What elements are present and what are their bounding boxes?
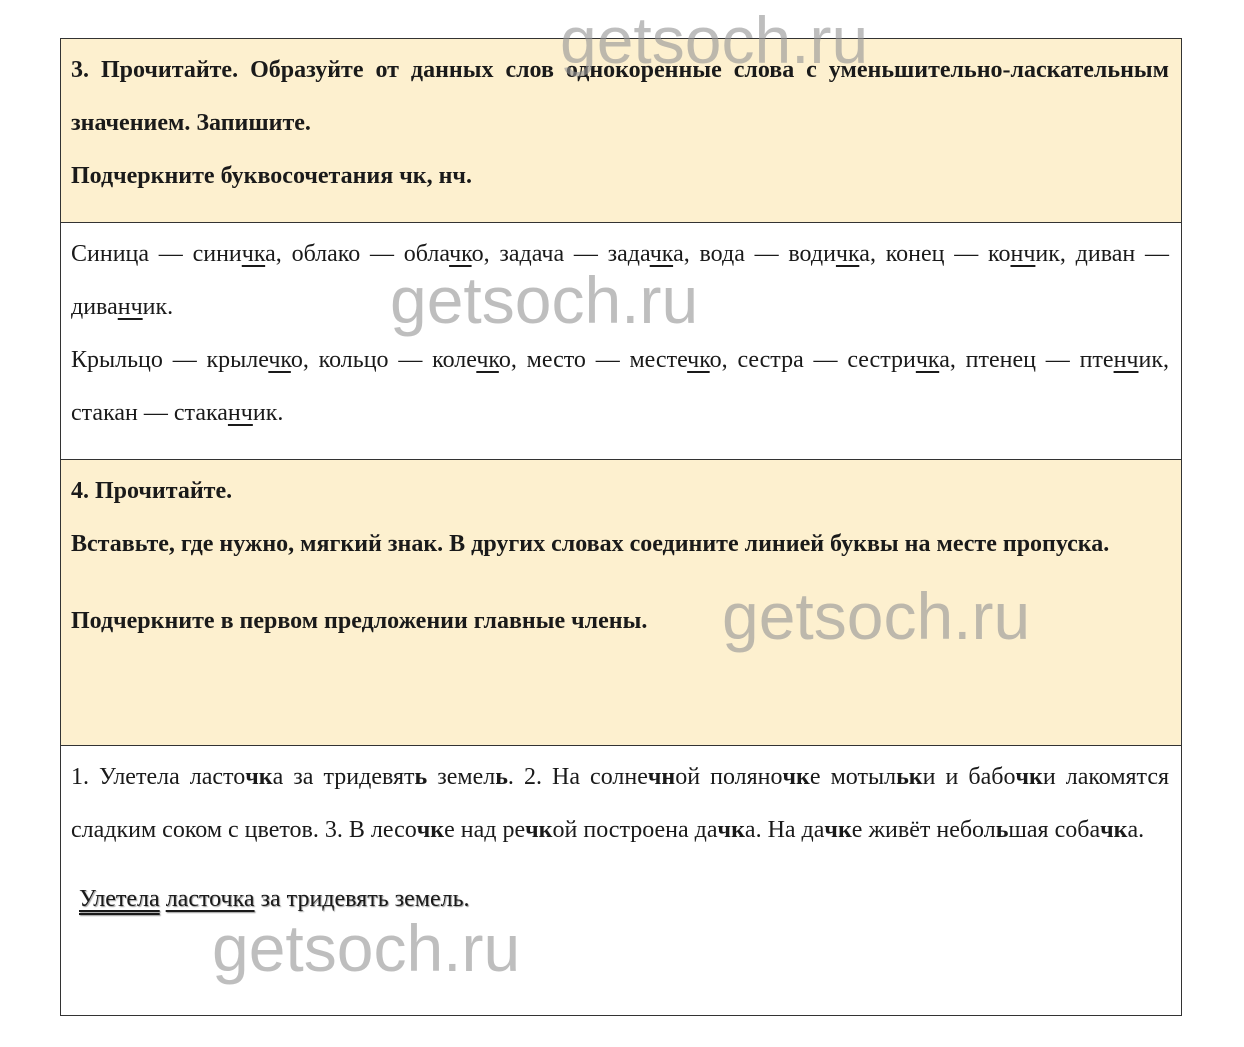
task-4-heading: 4. Прочитайте. <box>71 478 233 504</box>
subject-word: ласточка <box>165 886 255 912</box>
answer-4-cell: 1. Улетела ласточка за тридевять земель.… <box>61 745 1181 1015</box>
underlined-letters: чк <box>915 347 940 373</box>
bold-letters: ь <box>495 764 508 790</box>
text-run: а, облако — обла <box>265 241 450 267</box>
task-4-subtask: Подчеркните в первом предложении главные… <box>71 608 648 634</box>
text-run: о, место — месте <box>498 347 688 373</box>
bold-letters: ь <box>414 764 428 790</box>
predicate-word: Улетела <box>79 886 160 912</box>
underlined-letters: чк <box>649 241 674 267</box>
underlined-letters: чк <box>687 347 710 373</box>
text-run: о, сестра — сестри <box>709 347 916 373</box>
text-run: шая соба <box>1008 817 1101 843</box>
task-4-cell: 4. Прочитайте. Вставьте, где нужно, мягк… <box>61 459 1181 745</box>
bold-letters: ьк <box>896 764 923 790</box>
underlined-letters: чк <box>449 241 472 267</box>
text-run: о, кольцо — коле <box>290 347 477 373</box>
text-run: ой поляно <box>675 764 783 790</box>
text-run: а. <box>1127 817 1145 843</box>
text-run: о, задача — зада <box>471 241 650 267</box>
text-run: а. На да <box>744 817 825 843</box>
text-run: е живёт небол <box>851 817 996 843</box>
text-run: е над ре <box>444 817 526 843</box>
text-run: земел <box>427 764 496 790</box>
answer-3-paragraph-1: Синица — синичка, облако — облачко, зада… <box>71 228 1169 334</box>
underlined-letters: чк <box>268 347 291 373</box>
text-run: а, конец — ко <box>859 241 1011 267</box>
answer-4-paragraph: 1. Улетела ласточка за тридевять земель.… <box>71 751 1169 857</box>
bold-letters: чк <box>416 817 445 843</box>
underlined-letters: нч <box>1010 241 1036 267</box>
task-3-cell: 3. Прочитайте. Образуйте от данных слов … <box>61 39 1181 222</box>
text-run: а, вода — води <box>673 241 836 267</box>
text-run: 1. Улетела ласто <box>71 764 246 790</box>
text-run: Крыльцо — крыле <box>71 347 269 373</box>
underlined-letters: чк <box>241 241 266 267</box>
text-run: ик. <box>252 400 284 426</box>
bold-letters: чк <box>245 764 273 790</box>
sentence-parse: Улетела ласточка за тридевять земель. <box>79 879 1169 919</box>
bold-letters: ь <box>995 817 1009 843</box>
parse-rest: за тридевять земель. <box>254 886 470 912</box>
bold-letters: чк <box>1015 764 1043 790</box>
bold-letters: чн <box>647 764 676 790</box>
underlined-letters: нч <box>117 294 143 320</box>
underlined-letters: чк <box>835 241 860 267</box>
answer-3-paragraph-2: Крыльцо — крылечко, кольцо — колечко, ме… <box>71 334 1169 440</box>
bold-letters: чк <box>717 817 745 843</box>
text-run: е мотыл <box>809 764 897 790</box>
underlined-letters: нч <box>227 400 253 426</box>
text-run: ик. <box>142 294 174 320</box>
text-run: а за тридевят <box>272 764 415 790</box>
underlined-letters: чк <box>476 347 499 373</box>
text-run: . 2. На солне <box>507 764 648 790</box>
bold-letters: чк <box>782 764 810 790</box>
task-3-instruction: Подчеркните буквосочетания чк, нч. <box>71 163 472 189</box>
bold-letters: чк <box>824 817 852 843</box>
text-run: и и бабо <box>922 764 1016 790</box>
text-run: Синица — сини <box>71 241 242 267</box>
bold-letters: чк <box>525 817 553 843</box>
exercise-table: 3. Прочитайте. Образуйте от данных слов … <box>60 38 1182 1016</box>
underlined-letters: нч <box>1113 347 1139 373</box>
task-3-heading: 3. Прочитайте. Образуйте от данных слов … <box>71 57 1169 136</box>
text-run: а, птенец — пте <box>939 347 1114 373</box>
bold-letters: чк <box>1100 817 1128 843</box>
text-run: ой построена да <box>552 817 718 843</box>
answer-3-cell: Синица — синичка, облако — облачко, зада… <box>61 222 1181 459</box>
task-4-instruction: Вставьте, где нужно, мягкий знак. В друг… <box>71 531 1110 557</box>
